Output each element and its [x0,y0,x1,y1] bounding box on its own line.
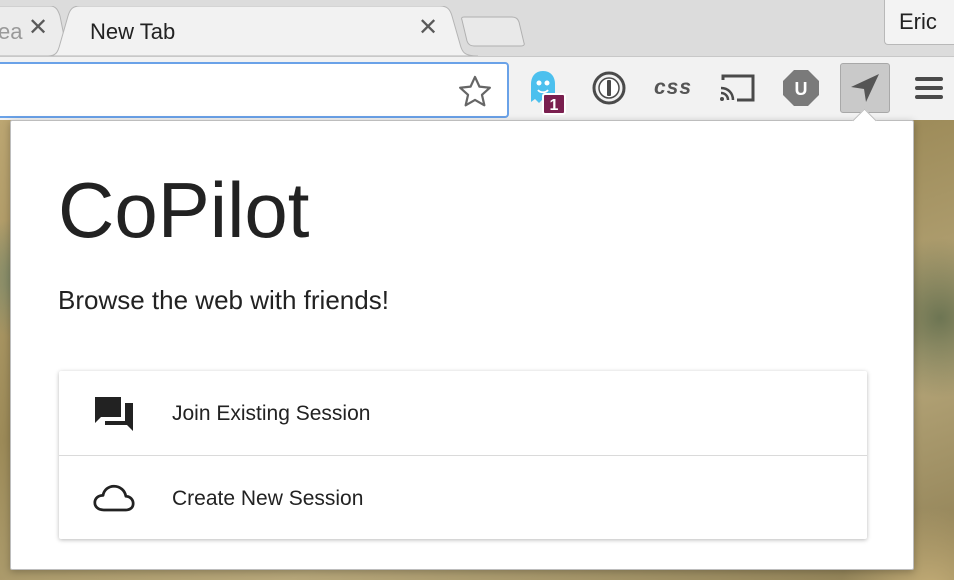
browser-toolbar: 1 css U [0,56,954,120]
address-bar[interactable] [0,62,509,118]
close-icon[interactable]: ✕ [28,16,48,40]
tab-title: New Tab [90,19,176,44]
ghostery-badge: 1 [542,93,566,115]
session-actions: Join Existing Session Create New Session [59,371,867,539]
1password-icon[interactable] [586,65,632,111]
cloud-icon [93,484,135,512]
cast-icon[interactable] [714,65,760,111]
hamburger-menu-icon [915,77,943,99]
profile-name: Eric [899,9,937,34]
tab-title: ea [0,19,23,44]
chrome-menu-button[interactable] [906,65,952,111]
chat-bubbles-icon [95,397,133,431]
close-icon[interactable]: ✕ [418,16,438,40]
css-label: css [653,76,693,99]
copilot-popup: CoPilot Browse the web with friends! Joi… [10,120,914,570]
css-extension-icon[interactable]: css [650,65,696,111]
bookmark-star-icon[interactable] [456,73,494,111]
create-session-button[interactable]: Create New Session [59,455,867,539]
keyhole-icon [592,71,626,105]
ublock-icon[interactable]: U [778,65,824,111]
join-session-label: Join Existing Session [172,402,371,425]
profile-button[interactable]: Eric [884,0,954,45]
cast-screen-icon [720,74,755,102]
popup-subtitle: Browse the web with friends! [58,285,389,315]
octagon-icon: U [783,70,819,106]
join-session-button[interactable]: Join Existing Session [59,371,867,454]
tab-new-tab[interactable]: New Tab ✕ [48,6,478,56]
new-tab-button[interactable] [460,15,526,47]
create-session-label: Create New Session [172,487,364,510]
ghostery-icon[interactable]: 1 [520,65,566,115]
copilot-icon [851,74,879,102]
tab-strip: ea ✕ New Tab ✕ Eric [0,0,954,56]
popup-title: CoPilot [58,166,310,254]
ublock-label: U [795,79,808,99]
copilot-extension-button[interactable] [840,63,890,113]
